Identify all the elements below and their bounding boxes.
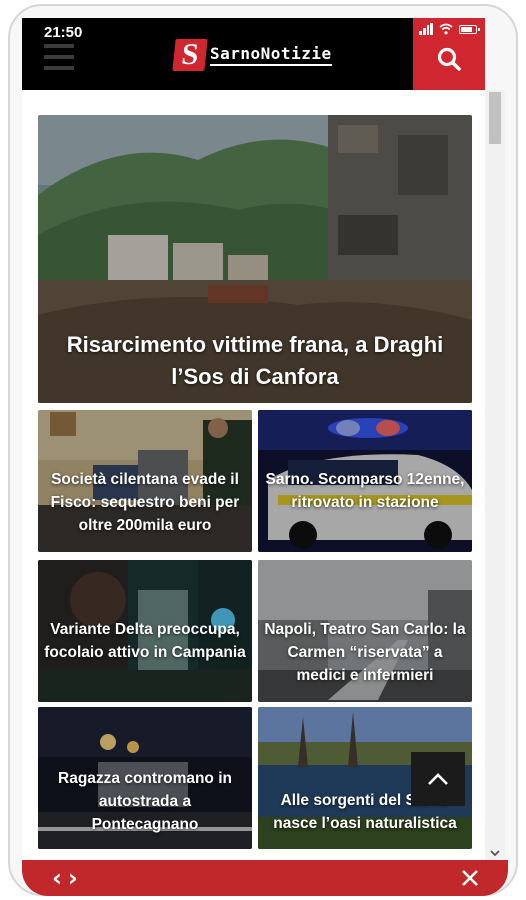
back-to-top-button[interactable] — [411, 752, 465, 806]
article-title[interactable]: Sarno. Scomparso 12enne, ritrovato in st… — [264, 468, 466, 514]
wifi-icon — [439, 23, 453, 35]
article-card[interactable]: Ragazza contromano in autostrada a Ponte… — [38, 707, 252, 849]
article-title[interactable]: Società cilentana evade il Fisco: seques… — [44, 468, 246, 537]
close-icon[interactable] — [460, 868, 480, 888]
chevron-left-icon[interactable]: ‹ — [52, 864, 62, 892]
scrollbar[interactable] — [485, 90, 505, 860]
article-title[interactable]: Ragazza contromano in autostrada a Ponte… — [44, 767, 246, 836]
status-icons — [419, 23, 480, 35]
scrollbar-thumb[interactable] — [489, 92, 501, 144]
hero-title[interactable]: Risarcimento vittime frana, a Draghi l’S… — [44, 329, 466, 393]
bottom-nav-bar: ‹ › — [22, 860, 508, 896]
status-time: 21:50 — [44, 24, 83, 41]
article-title[interactable]: Napoli, Teatro San Carlo: la Carmen “ris… — [264, 618, 466, 687]
article-card[interactable]: Sarno. Scomparso 12enne, ritrovato in st… — [258, 410, 472, 552]
chevron-up-icon — [428, 773, 448, 785]
signal-icon — [419, 23, 433, 35]
pager-nav: ‹ › — [52, 864, 78, 892]
article-card[interactable]: Variante Delta preoccupa, focolaio attiv… — [38, 560, 252, 702]
article-card[interactable]: Società cilentana evade il Fisco: seques… — [38, 410, 252, 552]
battery-icon — [459, 24, 480, 34]
article-card[interactable]: Napoli, Teatro San Carlo: la Carmen “ris… — [258, 560, 472, 702]
news-feed: Risarcimento vittime frana, a Draghi l’S… — [22, 90, 485, 860]
article-title[interactable]: Variante Delta preoccupa, focolaio attiv… — [44, 618, 246, 664]
chevron-right-icon[interactable]: › — [68, 864, 78, 892]
scroll-down-icon[interactable] — [485, 846, 505, 860]
hero-article[interactable]: Risarcimento vittime frana, a Draghi l’S… — [38, 115, 472, 403]
search-icon — [437, 47, 461, 71]
menu-icon[interactable] — [44, 44, 74, 70]
logo-text: SarnoNotizie — [210, 44, 332, 66]
status-bar: 21:50 — [22, 18, 485, 44]
